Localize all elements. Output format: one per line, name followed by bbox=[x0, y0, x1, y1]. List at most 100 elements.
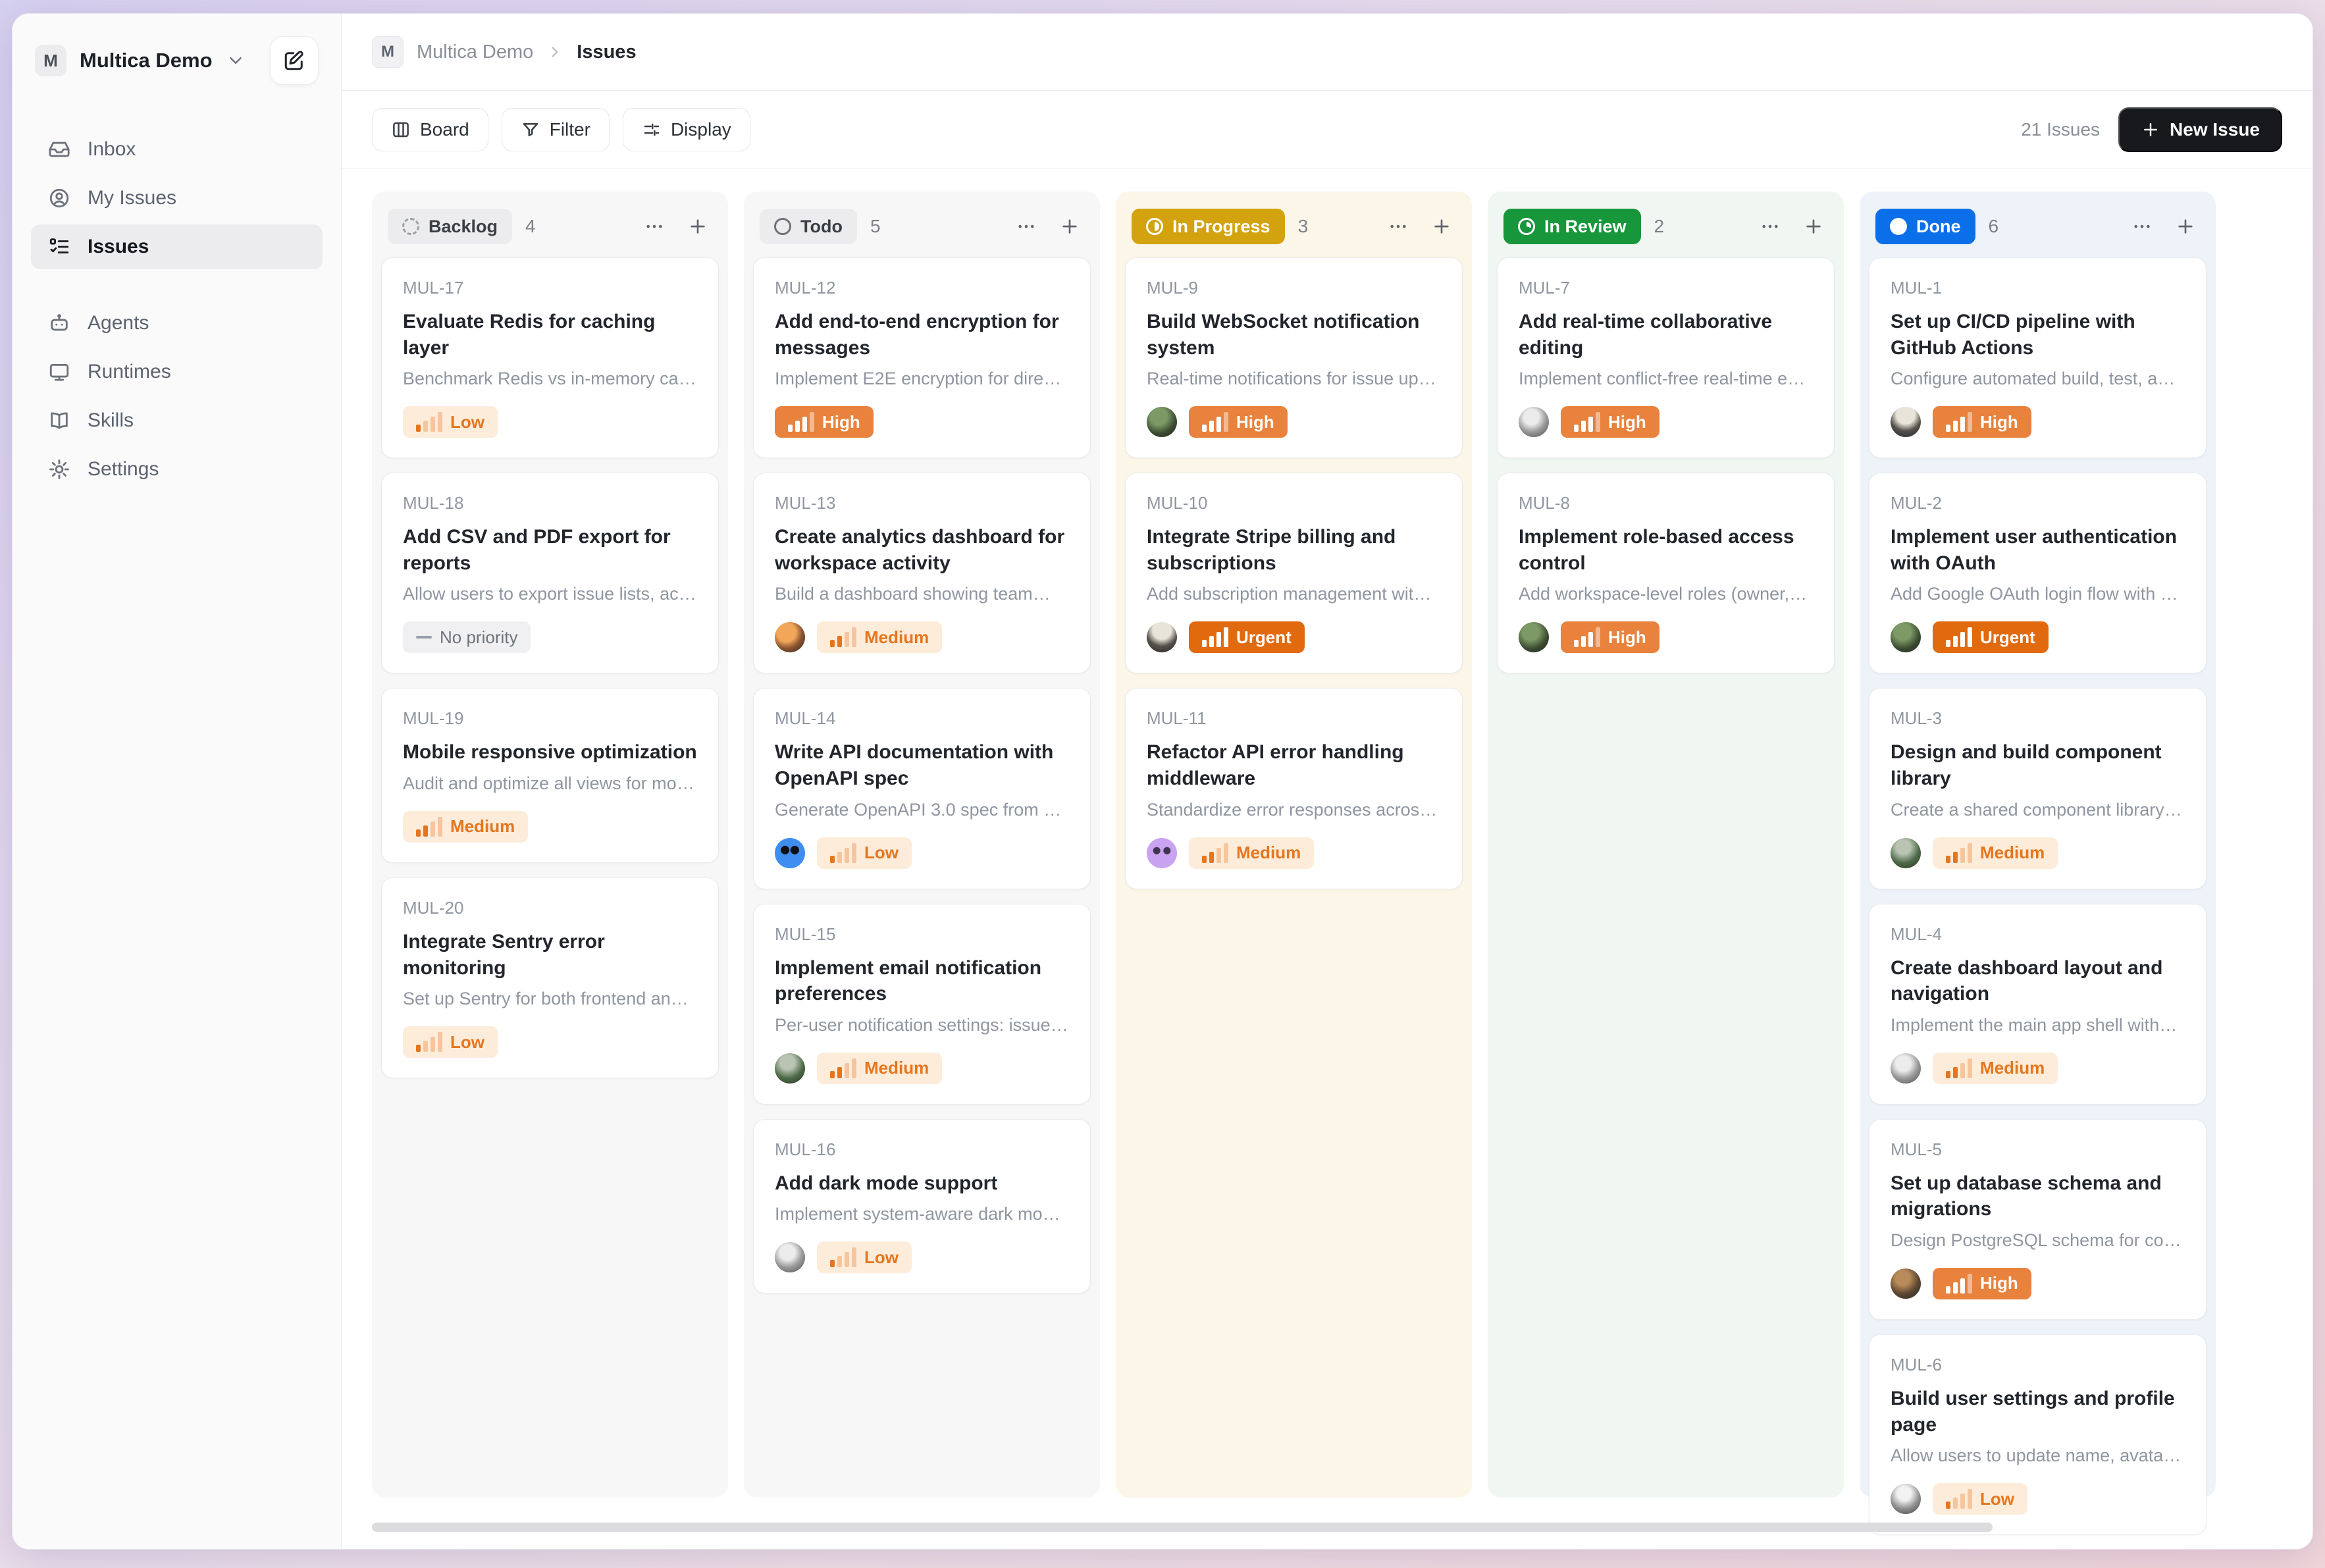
assignee-avatar bbox=[1891, 1484, 1921, 1514]
column-label: Done bbox=[1916, 217, 1961, 237]
assignee-avatar bbox=[775, 622, 805, 652]
issue-id: MUL-5 bbox=[1891, 1139, 2185, 1160]
issue-card[interactable]: MUL-17 Evaluate Redis for caching layer … bbox=[381, 257, 719, 458]
priority-label: Medium bbox=[864, 1058, 929, 1078]
issue-title: Implement role-based access control bbox=[1519, 524, 1813, 576]
column-more-button[interactable] bbox=[1384, 212, 1413, 241]
issue-id: MUL-6 bbox=[1891, 1355, 2185, 1375]
issue-card[interactable]: MUL-1 Set up CI/CD pipeline with GitHub … bbox=[1869, 257, 2207, 458]
horizontal-scrollbar[interactable] bbox=[372, 1523, 1993, 1532]
issue-card[interactable]: MUL-16 Add dark mode support Implement s… bbox=[753, 1119, 1091, 1294]
sidebar-item-issues[interactable]: Issues bbox=[31, 224, 323, 269]
column-add-button[interactable] bbox=[1427, 212, 1456, 241]
column-actions bbox=[2128, 212, 2200, 241]
backlog-status-icon bbox=[402, 218, 419, 235]
issue-id: MUL-14 bbox=[775, 708, 1069, 729]
column-add-button[interactable] bbox=[1055, 212, 1084, 241]
issue-card[interactable]: MUL-14 Write API documentation with Open… bbox=[753, 688, 1091, 889]
priority-bars-icon bbox=[1574, 412, 1600, 432]
issue-title: Integrate Stripe billing and subscriptio… bbox=[1147, 524, 1441, 576]
workspace-badge: M bbox=[372, 36, 404, 68]
column-add-button[interactable] bbox=[2171, 212, 2200, 241]
issue-card[interactable]: MUL-13 Create analytics dashboard for wo… bbox=[753, 473, 1091, 673]
sidebar-item-inbox[interactable]: Inbox bbox=[31, 127, 323, 172]
inbox-icon bbox=[48, 138, 70, 161]
assignee-avatar bbox=[1519, 622, 1549, 652]
issue-title: Mobile responsive optimization bbox=[403, 739, 697, 766]
new-issue-button[interactable]: New Issue bbox=[2118, 107, 2282, 152]
issue-card[interactable]: MUL-19 Mobile responsive optimization Au… bbox=[381, 688, 719, 863]
issue-title: Add dark mode support bbox=[775, 1170, 1069, 1197]
issue-description: Set up Sentry for both frontend and… bbox=[403, 989, 697, 1009]
column-done: Done 6 bbox=[1860, 192, 2216, 1498]
card-list: MUL-7 Add real-time collaborative editin… bbox=[1497, 257, 1835, 673]
issue-card[interactable]: MUL-6 Build user settings and profile pa… bbox=[1869, 1334, 2207, 1535]
column-more-button[interactable] bbox=[640, 212, 669, 241]
assignee-avatar bbox=[1891, 622, 1921, 652]
issue-id: MUL-13 bbox=[775, 493, 1069, 513]
priority-bars-icon bbox=[1202, 627, 1228, 647]
issue-footer: Medium bbox=[1891, 1053, 2185, 1084]
filter-button[interactable]: Filter bbox=[502, 108, 610, 151]
priority-bars-icon bbox=[1946, 627, 1972, 647]
issue-card[interactable]: MUL-8 Implement role-based access contro… bbox=[1497, 473, 1835, 673]
priority-badge: Medium bbox=[817, 621, 942, 653]
sidebar-item-runtimes[interactable]: Runtimes bbox=[31, 350, 323, 394]
column-more-button[interactable] bbox=[1012, 212, 1041, 241]
dots-horizontal-icon bbox=[2131, 216, 2153, 237]
assignee-avatar bbox=[1519, 407, 1549, 437]
issue-card[interactable]: MUL-15 Implement email notification pref… bbox=[753, 904, 1091, 1105]
issue-title: Add real-time collaborative editing bbox=[1519, 309, 1813, 361]
column-add-button[interactable] bbox=[683, 212, 712, 241]
priority-label: Medium bbox=[450, 816, 515, 837]
issue-footer: Low bbox=[775, 1241, 1069, 1273]
priority-label: High bbox=[1608, 412, 1646, 432]
issue-id: MUL-16 bbox=[775, 1139, 1069, 1160]
priority-bars-icon bbox=[1946, 1274, 1972, 1294]
breadcrumb-workspace[interactable]: Multica Demo bbox=[417, 41, 533, 63]
priority-badge: Medium bbox=[817, 1053, 942, 1084]
column-more-button[interactable] bbox=[2128, 212, 2156, 241]
issue-card[interactable]: MUL-4 Create dashboard layout and naviga… bbox=[1869, 904, 2207, 1105]
display-options-button[interactable]: Display bbox=[623, 108, 750, 151]
issue-description: Implement conflict-free real-time editin… bbox=[1519, 369, 1813, 389]
new-issue-compose-button[interactable] bbox=[270, 36, 319, 85]
sidebar-item-my-issues[interactable]: My Issues bbox=[31, 176, 323, 221]
issue-card[interactable]: MUL-18 Add CSV and PDF export for report… bbox=[381, 473, 719, 673]
issue-title: Build WebSocket notification system bbox=[1147, 309, 1441, 361]
issue-id: MUL-8 bbox=[1519, 493, 1813, 513]
issue-footer: Urgent bbox=[1147, 621, 1441, 653]
issue-card[interactable]: MUL-12 Add end-to-end encryption for mes… bbox=[753, 257, 1091, 458]
sidebar-item-skills[interactable]: Skills bbox=[31, 398, 323, 443]
issue-card[interactable]: MUL-20 Integrate Sentry error monitoring… bbox=[381, 877, 719, 1078]
board-view-button[interactable]: Board bbox=[372, 108, 488, 151]
sidebar-item-settings[interactable]: Settings bbox=[31, 447, 323, 492]
sidebar: M Multica Demo Inbox bbox=[13, 14, 342, 1549]
issue-card[interactable]: MUL-10 Integrate Stripe billing and subs… bbox=[1125, 473, 1463, 673]
priority-label: Low bbox=[450, 1032, 484, 1053]
issue-card[interactable]: MUL-2 Implement user authentication with… bbox=[1869, 473, 2207, 673]
priority-label: Low bbox=[864, 1247, 899, 1268]
issue-card[interactable]: MUL-3 Design and build component library… bbox=[1869, 688, 2207, 889]
column-add-button[interactable] bbox=[1799, 212, 1828, 241]
column-actions bbox=[1384, 212, 1456, 241]
issue-title: Create analytics dashboard for workspace… bbox=[775, 524, 1069, 576]
issue-card[interactable]: MUL-9 Build WebSocket notification syste… bbox=[1125, 257, 1463, 458]
priority-badge: High bbox=[1561, 621, 1659, 653]
issue-description: Add subscription management with… bbox=[1147, 584, 1441, 604]
issue-card[interactable]: MUL-11 Refactor API error handling middl… bbox=[1125, 688, 1463, 889]
priority-label: No priority bbox=[440, 627, 517, 648]
issue-card[interactable]: MUL-5 Set up database schema and migrati… bbox=[1869, 1119, 2207, 1320]
status-badge: In Progress bbox=[1132, 209, 1285, 244]
issue-card[interactable]: MUL-7 Add real-time collaborative editin… bbox=[1497, 257, 1835, 458]
priority-label: Urgent bbox=[1980, 627, 2035, 648]
column-in-progress: In Progress 3 bbox=[1116, 192, 1472, 1498]
filter-label: Filter bbox=[550, 119, 590, 140]
sidebar-item-agents[interactable]: Agents bbox=[31, 301, 323, 346]
column-more-button[interactable] bbox=[1756, 212, 1785, 241]
workspace-switcher[interactable]: M Multica Demo bbox=[31, 36, 323, 85]
issue-title: Integrate Sentry error monitoring bbox=[403, 929, 697, 981]
column-header: Backlog 4 bbox=[381, 201, 719, 257]
breadcrumb: M Multica Demo Issues bbox=[342, 14, 2312, 90]
in-progress-status-icon bbox=[1146, 218, 1163, 235]
